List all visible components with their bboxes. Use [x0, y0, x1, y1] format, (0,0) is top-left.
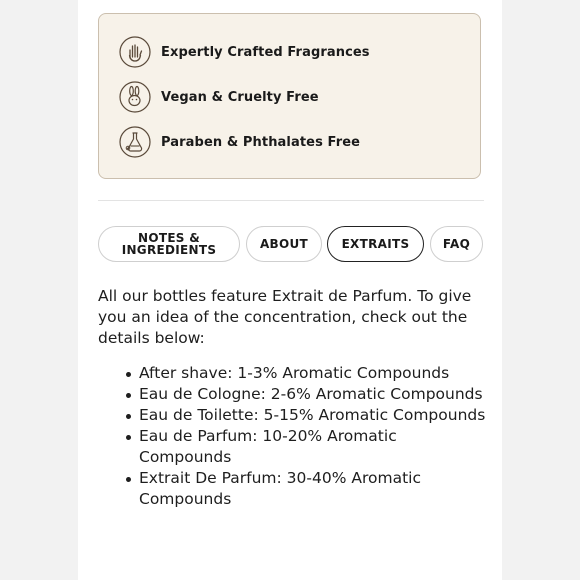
feature-paraben-free: Paraben & Phthalates Free [119, 125, 360, 159]
bullet-icon [126, 414, 131, 419]
tab-faq-label: FAQ [442, 237, 471, 251]
concentration-list: After shave: 1-3% Aromatic Compounds Eau… [118, 363, 490, 510]
tab-extraits[interactable]: EXTRAITS [327, 226, 424, 262]
tab-faq[interactable]: FAQ [430, 226, 483, 262]
feature-vegan: Vegan & Cruelty Free [119, 80, 319, 114]
tab-extraits-label: EXTRAITS [341, 237, 410, 251]
features-box: Expertly Crafted Fragrances Vegan & Crue… [98, 13, 481, 179]
list-item: Extrait De Parfum: 30-40% Aromatic Compo… [118, 468, 490, 510]
list-item: After shave: 1-3% Aromatic Compounds [118, 363, 490, 384]
list-item: Eau de Cologne: 2-6% Aromatic Compounds [118, 384, 490, 405]
bullet-icon [126, 393, 131, 398]
bullet-icon [126, 372, 131, 377]
feature-crafted: Expertly Crafted Fragrances [119, 35, 370, 69]
rabbit-icon [119, 81, 151, 113]
tab-notes-label: NOTES & INGREDIENTS [122, 232, 217, 256]
feature-label: Paraben & Phthalates Free [161, 134, 361, 150]
flask-icon [119, 126, 151, 158]
product-details-panel: Expertly Crafted Fragrances Vegan & Crue… [78, 0, 502, 580]
tab-notes-ingredients[interactable]: NOTES & INGREDIENTS [98, 226, 240, 262]
feature-label: Expertly Crafted Fragrances [161, 44, 370, 60]
list-item-text: Eau de Toilette: 5-15% Aromatic Compound… [139, 406, 486, 424]
list-item-text: After shave: 1-3% Aromatic Compounds [139, 364, 450, 382]
list-item-text: Eau de Cologne: 2-6% Aromatic Compounds [139, 385, 483, 403]
tab-about[interactable]: ABOUT [246, 226, 322, 262]
feature-label: Vegan & Cruelty Free [161, 89, 319, 105]
extraits-intro-text: All our bottles feature Extrait de Parfu… [98, 287, 472, 347]
hand-icon [119, 36, 151, 68]
section-divider [98, 200, 484, 201]
bullet-icon [126, 435, 131, 440]
list-item: Eau de Toilette: 5-15% Aromatic Compound… [118, 405, 490, 426]
bullet-icon [126, 477, 131, 482]
list-item-text: Eau de Parfum: 10-20% Aromatic Compounds [139, 427, 397, 466]
tab-notes-label-line2: INGREDIENTS [121, 243, 217, 257]
list-item-text: Extrait De Parfum: 30-40% Aromatic Compo… [139, 469, 421, 508]
list-item: Eau de Parfum: 10-20% Aromatic Compounds [118, 426, 490, 468]
tab-about-label: ABOUT [259, 237, 309, 251]
